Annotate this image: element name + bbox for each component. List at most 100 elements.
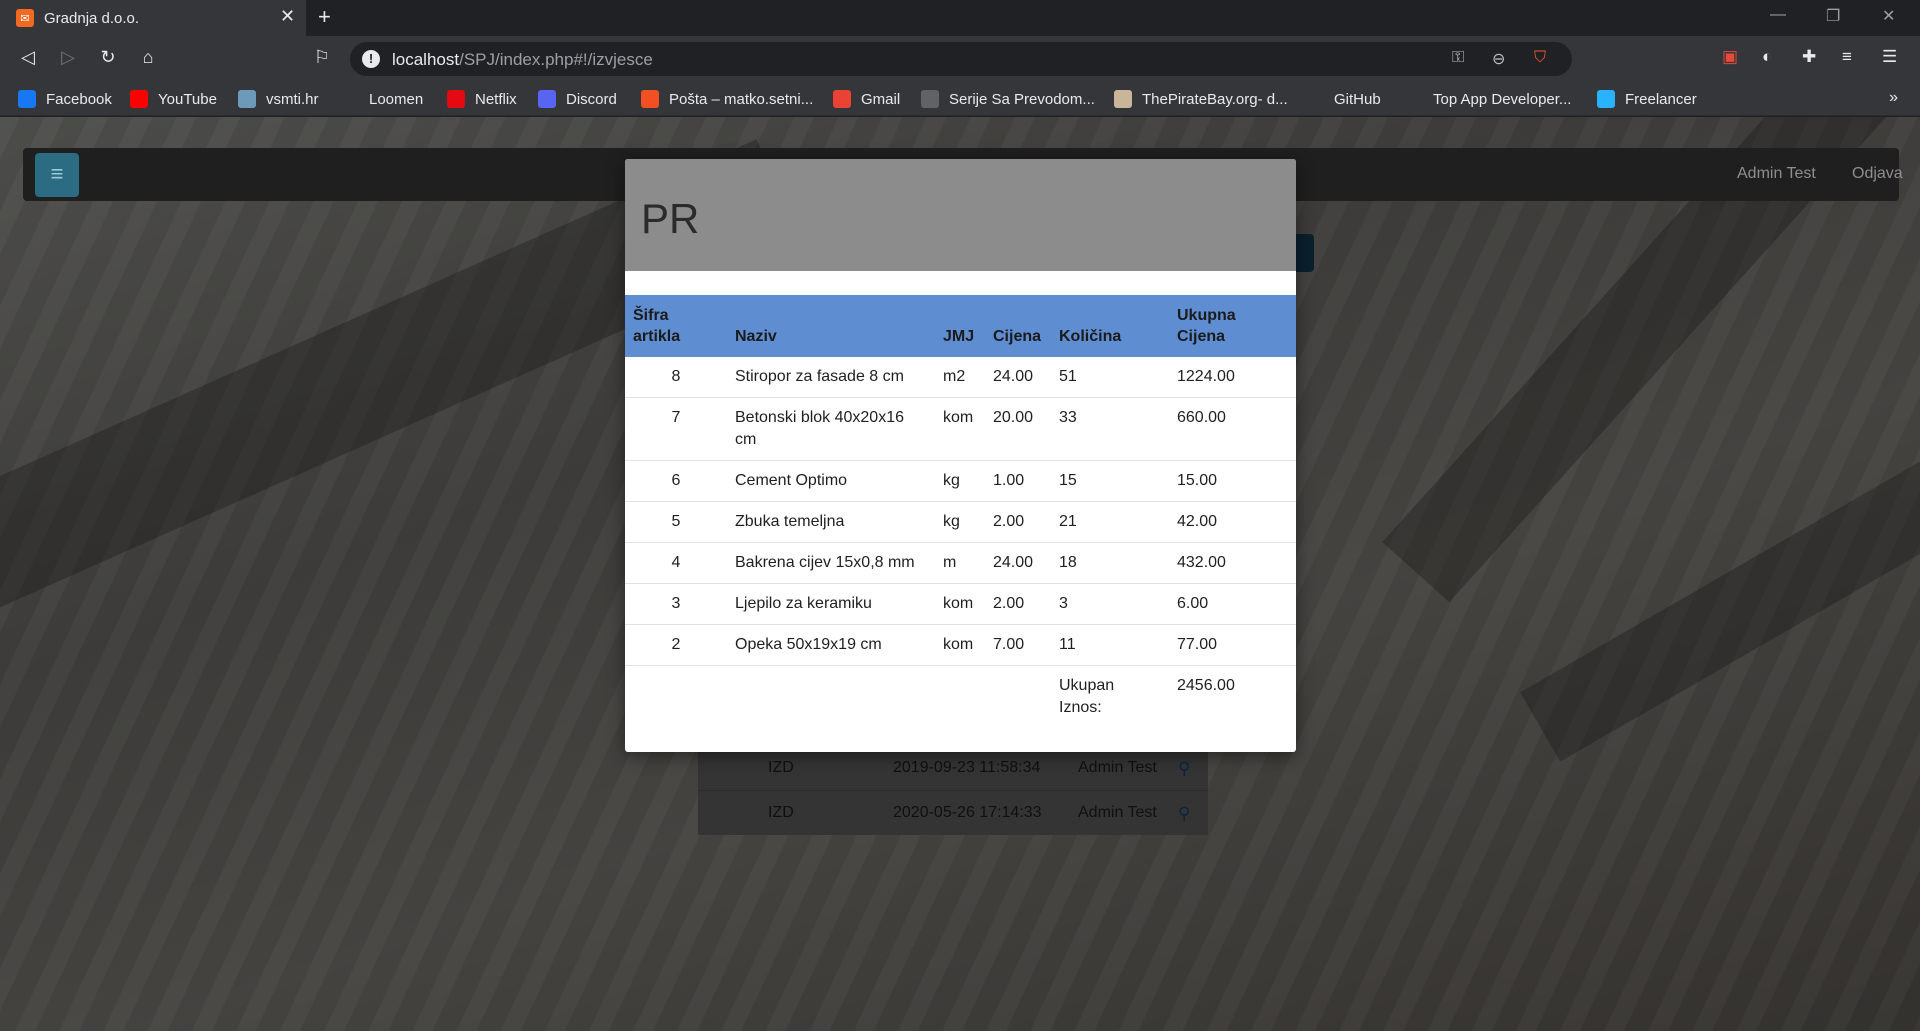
bookmarks-bar: » Facebook YouTube vsmti.hr Loomen Netflix Di…: [0, 82, 1920, 116]
site-favicon-icon: ✉: [16, 9, 34, 27]
column-header-qty: Količina: [1059, 328, 1122, 345]
table-row: 7 Betonski blok 40x20x16 cm kom 20.00 33 660.…: [625, 397, 1296, 461]
site-info-icon[interactable]: !: [362, 50, 380, 68]
url-text[interactable]: localhost/SPJ/index.php#!/izvjesce: [392, 50, 653, 70]
cell-code: 8: [625, 357, 727, 398]
github-icon: [1306, 90, 1324, 108]
bookmark-label: Pošta – matko.setni...: [669, 90, 814, 108]
cell-qty: 21: [1051, 501, 1169, 543]
bookmark-label: Facebook: [46, 90, 112, 108]
column-header-code: Šifra artikla: [633, 307, 681, 345]
key-icon[interactable]: ⚿: [1452, 49, 1464, 67]
restore-icon[interactable]: ❐: [1826, 6, 1840, 26]
minimize-icon[interactable]: —: [1770, 6, 1786, 24]
bookmark-item[interactable]: Facebook: [18, 90, 112, 108]
cell-code: 4: [625, 542, 727, 584]
cell-unit: kg: [935, 460, 985, 502]
cell-code: 5: [625, 501, 727, 543]
bookmark-label: Top App Developer...: [1433, 90, 1572, 108]
cell-unit: m2: [935, 357, 985, 398]
bookmark-item[interactable]: Gmail: [833, 90, 900, 108]
reload-icon[interactable]: ↻: [96, 47, 120, 68]
total-value: 2456.00: [1177, 677, 1235, 694]
bookmark-item[interactable]: Top App Developer...: [1405, 90, 1571, 108]
cell-qty: 33: [1051, 397, 1169, 461]
bookmark-label: vsmti.hr: [266, 90, 319, 108]
cell-code: 7: [625, 397, 727, 461]
cell-price: 2.00: [985, 583, 1051, 625]
current-user[interactable]: Admin Test: [1737, 165, 1816, 183]
forward-icon[interactable]: ▷: [56, 47, 80, 68]
bookmark-item[interactable]: Pošta – matko.setni...: [641, 90, 813, 108]
loomen-icon: [341, 90, 359, 108]
zoom-icon[interactable]: ⊖: [1492, 49, 1505, 69]
bookmark-item[interactable]: Serije Sa Prevodom...: [921, 90, 1095, 108]
playlist-icon[interactable]: ≡: [1842, 47, 1852, 67]
cell-total: 15.00: [1169, 460, 1296, 502]
close-tab-icon[interactable]: ✕: [280, 6, 295, 27]
browser-menu-icon[interactable]: ☰: [1882, 47, 1897, 67]
more-bookmarks-icon[interactable]: »: [1889, 89, 1898, 107]
table-row: 6 Cement Optimo kg 1.00 15 15.00: [625, 460, 1296, 502]
cell-unit: kom: [935, 583, 985, 625]
bookmark-item[interactable]: YouTube: [130, 90, 217, 108]
microsoft-icon: [641, 90, 659, 108]
new-tab-icon[interactable]: +: [318, 4, 331, 30]
cell-qty: 18: [1051, 542, 1169, 584]
cell-price: 24.00: [985, 542, 1051, 584]
cell-price: 1.00: [985, 460, 1051, 502]
bookmark-item[interactable]: ThePirateBay.org- d...: [1114, 90, 1288, 108]
address-bar[interactable]: ! localhost/SPJ/index.php#!/izvjesce ⚿ ⊖…: [350, 42, 1572, 76]
brave-shield-icon[interactable]: ⛉: [1534, 49, 1546, 67]
table-row: 8 Stiropor za fasade 8 cm m2 24.00 51 1224.00: [625, 357, 1296, 398]
column-header-price: Cijena: [993, 328, 1042, 345]
home-icon[interactable]: ⌂: [136, 47, 160, 68]
bookmark-item[interactable]: Netflix: [447, 90, 517, 108]
extension-icon[interactable]: ◐: [1762, 47, 1772, 67]
table-row: 4 Bakrena cijev 15x0,8 mm m 24.00 18 432.00: [625, 542, 1296, 584]
piratebay-icon: [1114, 90, 1132, 108]
cell-name: Ljepilo za keramiku: [727, 583, 935, 625]
cell-unit: m: [935, 542, 985, 584]
cell-total: 660.00: [1169, 397, 1296, 461]
empty-cell: [727, 665, 935, 728]
close-window-icon[interactable]: ✕: [1882, 6, 1895, 26]
cell-qty: 51: [1051, 357, 1169, 398]
browser-tab[interactable]: ✉ Gradnja d.o.o. ✕: [0, 0, 306, 36]
cell-price: 2.00: [985, 501, 1051, 543]
cell-price: 24.00: [985, 357, 1051, 398]
cell-name: Stiropor za fasade 8 cm: [727, 357, 935, 398]
bookmark-label: Freelancer: [1625, 90, 1697, 108]
bookmark-label: Serije Sa Prevodom...: [949, 90, 1095, 108]
bookmark-item[interactable]: GitHub: [1306, 90, 1381, 108]
modal-title: PR: [641, 195, 700, 242]
cell-unit: kom: [935, 397, 985, 461]
cell-name: Bakrena cijev 15x0,8 mm: [727, 542, 935, 584]
empty-cell: [985, 665, 1051, 728]
cell-code: 3: [625, 583, 727, 625]
cell-total: 1224.00: [1169, 357, 1296, 398]
bookmark-label: YouTube: [158, 90, 217, 108]
cell-total: 6.00: [1169, 583, 1296, 625]
logout-link[interactable]: Odjava: [1852, 165, 1903, 183]
bookmark-item[interactable]: Loomen: [341, 90, 423, 108]
bookmark-label: GitHub: [1334, 90, 1381, 108]
tab-title: Gradnja d.o.o.: [44, 10, 140, 27]
back-icon[interactable]: ◁: [16, 47, 40, 68]
empty-cell: [935, 665, 985, 728]
menu-toggle-button[interactable]: ≡: [35, 153, 79, 197]
cell-qty: 15: [1051, 460, 1169, 502]
freelancer-icon: [1597, 90, 1615, 108]
items-table: Šifra artikla Naziv JMJ Cijena Količina …: [625, 295, 1296, 728]
cell-name: Cement Optimo: [727, 460, 935, 502]
bookmark-item[interactable]: Discord: [538, 90, 617, 108]
bookmark-item[interactable]: Freelancer: [1597, 90, 1697, 108]
bookmark-page-icon[interactable]: ⚐: [310, 47, 334, 68]
globe-icon: [921, 90, 939, 108]
column-header-name: Naziv: [735, 328, 777, 345]
pdf-extension-icon[interactable]: ▣: [1722, 47, 1738, 67]
extensions-puzzle-icon[interactable]: ✚: [1802, 47, 1816, 67]
bookmark-item[interactable]: vsmti.hr: [238, 90, 319, 108]
gmail-icon: [833, 90, 851, 108]
topapp-icon: [1405, 90, 1423, 108]
